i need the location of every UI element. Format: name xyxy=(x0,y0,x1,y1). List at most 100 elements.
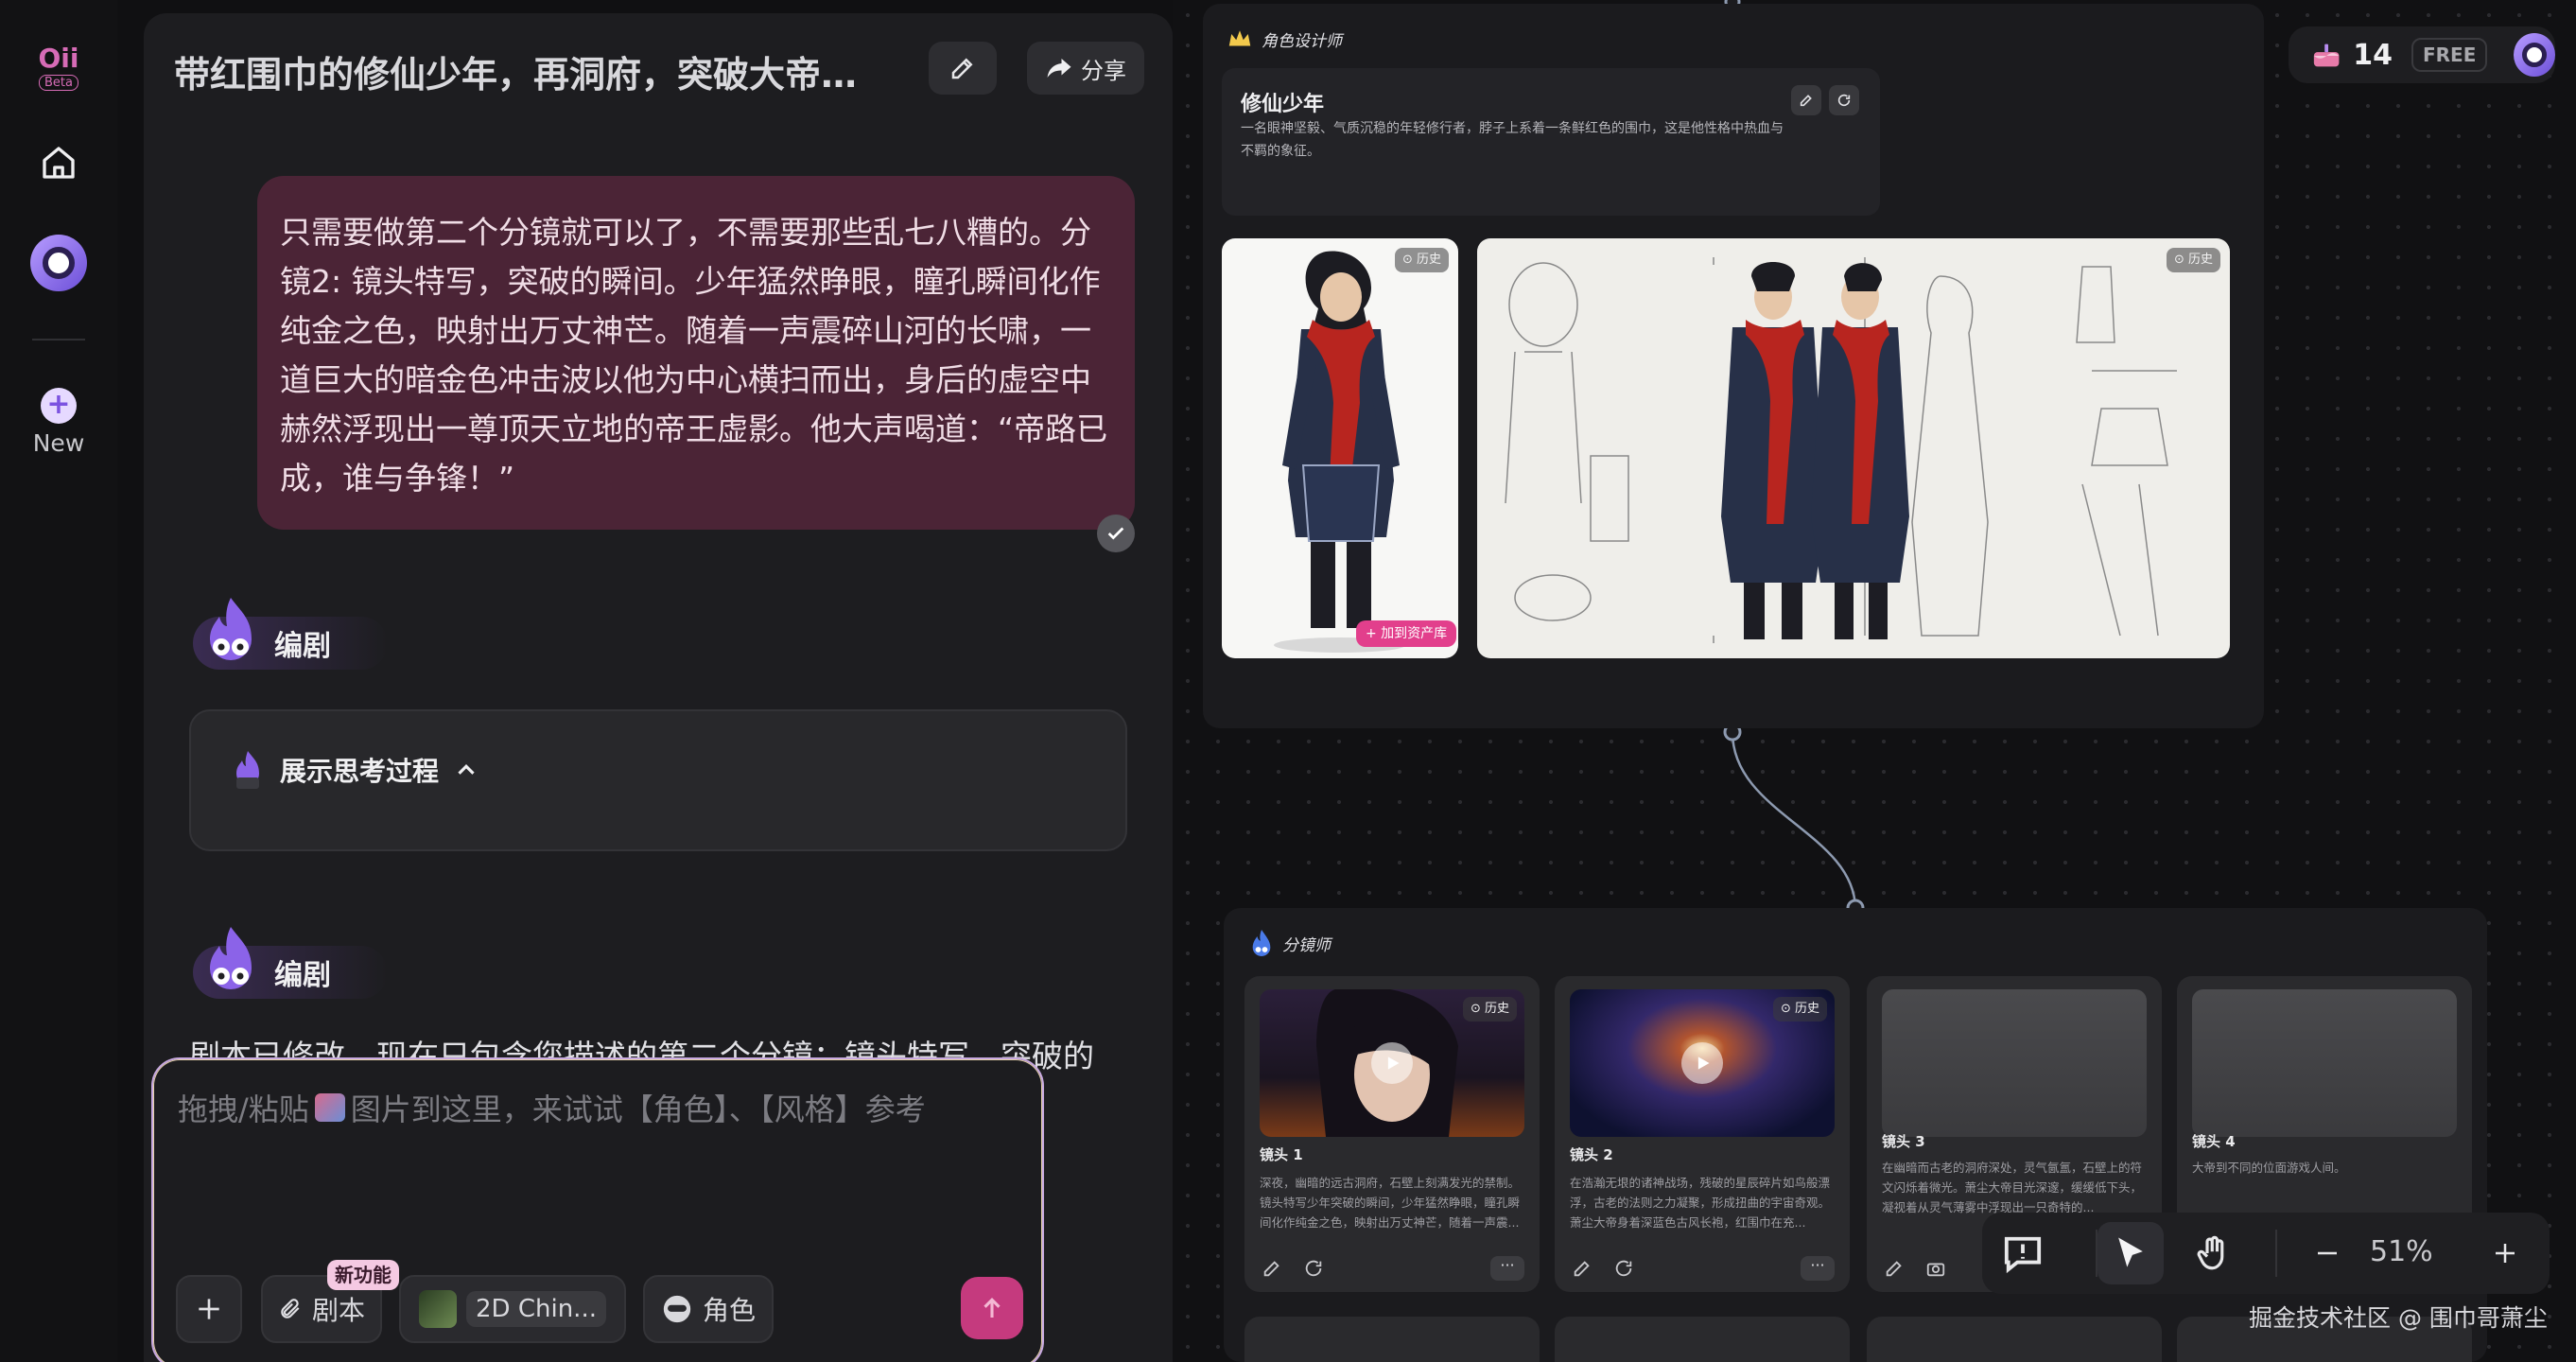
pan-tool[interactable] xyxy=(2181,1222,2247,1284)
regenerate-character-icon[interactable] xyxy=(1829,85,1859,115)
plus-icon xyxy=(2496,1244,2515,1263)
play-icon[interactable] xyxy=(1371,1042,1413,1084)
regenerate-icon[interactable] xyxy=(1613,1258,1634,1279)
zoom-out-button[interactable] xyxy=(2294,1222,2360,1284)
style-selector[interactable]: 2D Chin... xyxy=(399,1275,626,1343)
nav-divider xyxy=(32,339,85,340)
storyboard-node-label-text: 分镜师 xyxy=(1282,935,1331,955)
storyboard-node-label: 分镜师 xyxy=(1248,927,1331,959)
history-label: 历史 xyxy=(1484,1002,1509,1016)
camera-icon[interactable] xyxy=(1925,1258,1946,1279)
input-placeholder: 拖拽/粘贴 图片到这里，来试试【角色】、【风格】参考 xyxy=(178,1086,926,1129)
app-root: Oii Beta + New 带红围巾的修仙少年，再洞府，突破大帝… 分享 只需… xyxy=(0,0,2576,1362)
shot-name: 镜头 4 xyxy=(2192,1133,2236,1150)
shot-card-row2[interactable] xyxy=(1244,1317,1540,1362)
shot-thumbnail-placeholder xyxy=(2192,989,2457,1137)
home-icon[interactable] xyxy=(36,140,81,185)
writer-mascot-icon xyxy=(210,927,252,989)
account-bar: 14 FREE xyxy=(2289,26,2555,83)
crown-mascot-icon xyxy=(1228,30,1251,46)
zoom-in-button[interactable] xyxy=(2472,1222,2538,1284)
play-icon[interactable] xyxy=(1681,1042,1723,1084)
zoom-level: 51% xyxy=(2370,1235,2433,1268)
history-button[interactable]: ⊙ 历史 xyxy=(1772,997,1827,1022)
add-to-library-button[interactable]: + 加到资产库 xyxy=(1356,620,1457,647)
assistant-role-header-2: 编剧 xyxy=(193,923,388,999)
new-label: New xyxy=(32,429,85,457)
canvas-toolbar: 51% xyxy=(1982,1213,2550,1294)
shot-description: 在幽暗而古老的洞府深处，灵气氤氲，石壁上的符文闪烁着微光。萧尘大帝目光深邃，缓缓… xyxy=(1882,1161,2143,1214)
shot-thumbnail[interactable]: ⊙ 历史 xyxy=(1570,989,1835,1137)
share-icon xyxy=(1047,59,1071,78)
share-button[interactable]: 分享 xyxy=(1027,42,1144,95)
add-attachment-button[interactable] xyxy=(176,1275,242,1343)
shot-thumbnail[interactable]: ⊙ 历史 xyxy=(1260,989,1524,1137)
shot-card[interactable]: ⊙ 历史 镜头 2 在浩瀚无垠的诸神战场，残破的星辰碎片如鸟般漂浮，古老的法则之… xyxy=(1555,976,1850,1292)
account-avatar[interactable] xyxy=(2514,33,2555,77)
paperclip-icon xyxy=(281,1299,300,1318)
shot-thumbnail-placeholder xyxy=(1882,989,2147,1137)
edit-character-icon[interactable] xyxy=(1791,85,1821,115)
share-label: 分享 xyxy=(1081,57,1126,84)
character-image[interactable]: ⊙ 历史 + 加到资产库 xyxy=(1222,238,1458,658)
conversation-title: 带红围巾的修仙少年，再洞府，突破大帝… xyxy=(174,54,858,96)
hand-icon xyxy=(2197,1235,2224,1270)
thinking-panel[interactable]: 展示思考过程 xyxy=(189,709,1127,851)
character-face-icon xyxy=(663,1295,691,1323)
edit-icon[interactable] xyxy=(1884,1258,1905,1279)
feedback-button[interactable] xyxy=(1990,1222,2056,1284)
placeholder-prefix: 拖拽/粘贴 xyxy=(178,1091,309,1127)
history-label: 历史 xyxy=(2187,253,2213,267)
prompt-input[interactable]: 拖拽/粘贴 图片到这里，来试试【角色】、【风格】参考 剧本 新功能 2D Chi… xyxy=(151,1057,1044,1362)
character-button[interactable]: 角色 xyxy=(643,1275,774,1343)
character-card[interactable]: 修仙少年 一名眼神坚毅、气质沉稳的年轻修行者，脖子上系着一条鲜红色的围巾，这是他… xyxy=(1222,68,1880,216)
more-icon[interactable]: ··· xyxy=(1490,1256,1524,1281)
arrow-up-icon xyxy=(983,1298,1001,1318)
history-button[interactable]: ⊙ 历史 xyxy=(1394,248,1449,272)
placeholder-suffix: 图片到这里，来试试【角色】、【风格】参考 xyxy=(350,1091,926,1127)
regenerate-icon[interactable] xyxy=(1303,1258,1324,1279)
new-project-button[interactable]: + New xyxy=(19,388,98,457)
send-button[interactable] xyxy=(961,1277,1023,1339)
history-button[interactable]: ⊙ 历史 xyxy=(2166,248,2220,272)
character-name: 修仙少年 xyxy=(1241,93,1325,116)
edit-title-button[interactable] xyxy=(929,42,997,95)
shot-card-row2[interactable] xyxy=(1555,1317,1850,1362)
watermark-text: 掘金技术社区 @ 围巾哥萧尘 xyxy=(2249,1304,2548,1332)
more-icon[interactable]: ··· xyxy=(1801,1256,1835,1281)
writer-mascot-icon xyxy=(210,598,252,660)
image-icon xyxy=(314,1093,345,1122)
character-turnaround-sheet[interactable]: ⊙ 历史 xyxy=(1477,238,2230,658)
new-feature-badge: 新功能 xyxy=(327,1260,399,1290)
think-label: 展示思考过程 xyxy=(280,756,440,787)
user-avatar[interactable] xyxy=(30,235,87,291)
toolbar-divider xyxy=(2275,1230,2277,1277)
edit-icon[interactable] xyxy=(1262,1258,1282,1279)
chevron-up-icon[interactable] xyxy=(452,756,480,784)
edit-icon[interactable] xyxy=(1572,1258,1593,1279)
history-button[interactable]: ⊙ 历史 xyxy=(1462,997,1517,1022)
app-logo[interactable]: Oii Beta xyxy=(34,45,83,91)
user-message-bubble: 只需要做第二个分镜就可以了，不需要那些乱七八糟的。分镜2: 镜头特写，突破的瞬间… xyxy=(257,176,1135,530)
character-description: 一名眼神坚毅、气质沉稳的年轻修行者，脖子上系着一条鲜红色的围巾，这是他性格中热血… xyxy=(1241,121,1784,159)
credits-count: 14 xyxy=(2353,38,2393,72)
shot-description: 深夜，幽暗的远古洞府，石壁上刻满发光的禁制。镜头特写少年突破的瞬间，少年猛然睁眼… xyxy=(1260,1176,1521,1230)
shot-card-row2[interactable] xyxy=(1867,1317,2162,1362)
history-label: 历史 xyxy=(1794,1002,1819,1016)
storyboard-mascot-icon xyxy=(1252,930,1271,956)
feedback-icon xyxy=(2004,1236,2042,1273)
assistant-role-header: 编剧 xyxy=(193,594,388,670)
shot-description: 在浩瀚无垠的诸神战场，残破的星辰碎片如鸟般漂浮，古老的法则之力凝聚，形成扭曲的宇… xyxy=(1570,1176,1831,1230)
cursor-icon xyxy=(2118,1237,2143,1267)
select-tool[interactable] xyxy=(2097,1222,2164,1284)
logo-text: Oii xyxy=(38,43,79,74)
shot-description: 大帝到不同的位面游戏人间。 xyxy=(2192,1161,2346,1175)
shot-card[interactable]: ⊙ 历史 镜头 1 深夜，幽暗的远古洞府，石壁上刻满发光的禁制。镜头特写少年突破… xyxy=(1244,976,1540,1292)
char-node-label-text: 角色设计师 xyxy=(1262,31,1342,51)
shot-name: 镜头 1 xyxy=(1260,1146,1303,1163)
check-icon xyxy=(1097,515,1135,552)
character-node-label: 角色设计师 xyxy=(1226,25,1342,53)
plan-badge[interactable]: FREE xyxy=(2411,38,2488,72)
pencil-icon xyxy=(951,58,973,79)
turnaround-drawing xyxy=(1505,257,2177,643)
